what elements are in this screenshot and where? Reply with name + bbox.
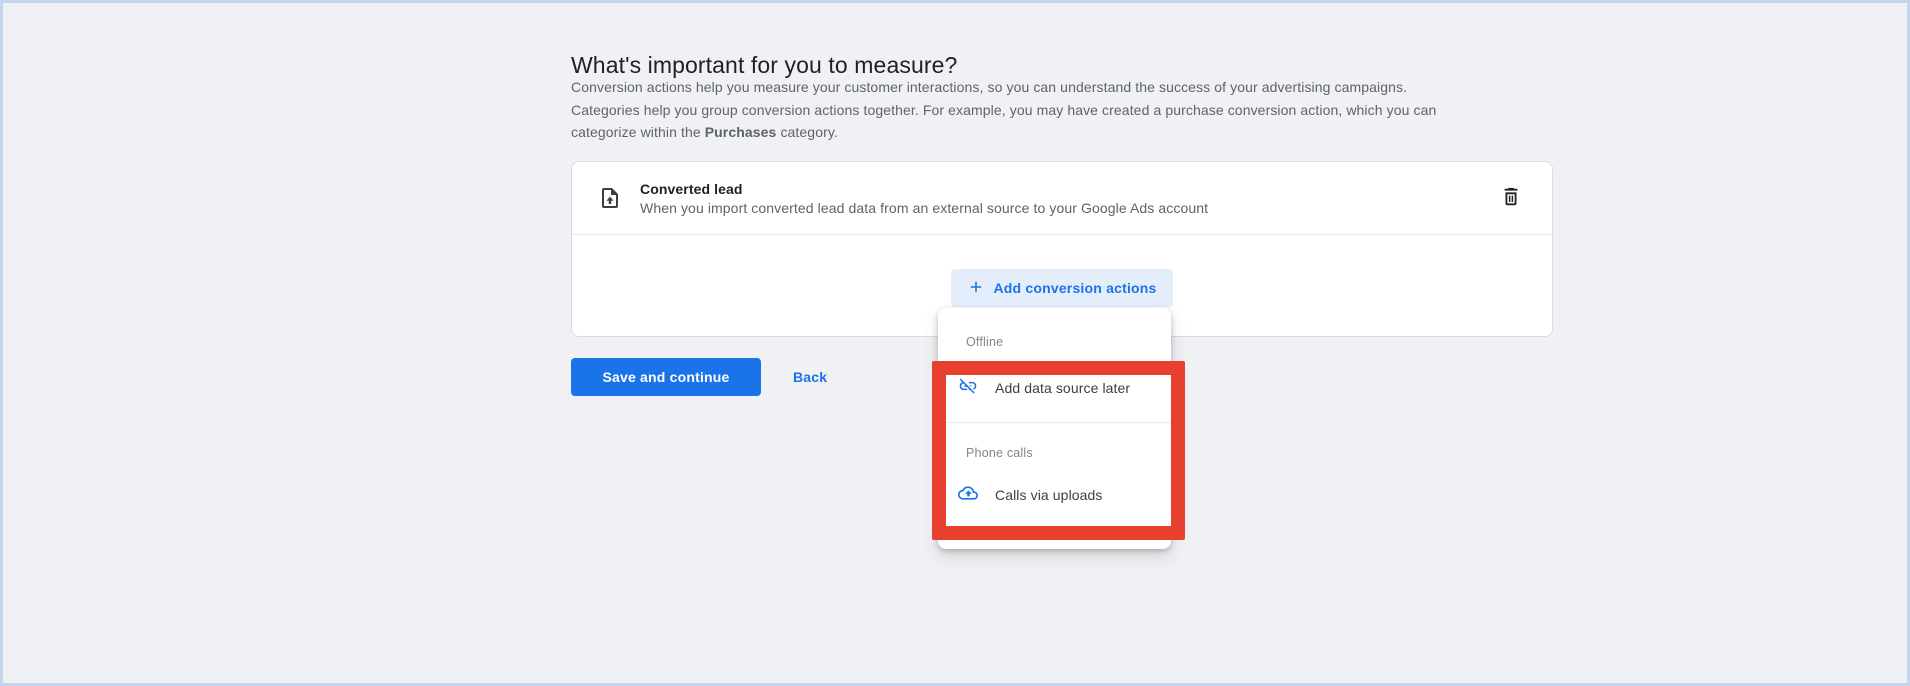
add-conversion-actions-button[interactable]: Add conversion actions	[951, 269, 1173, 307]
page-description-line-3: categorize within the Purchases category…	[571, 121, 1436, 144]
plus-icon	[967, 278, 985, 299]
page-description-line-2: Categories help you group conversion act…	[571, 101, 1437, 118]
delete-conversion-action-button[interactable]	[1496, 182, 1526, 215]
menu-item-add-data-source-later[interactable]: Add data source later	[938, 364, 1171, 412]
conversion-action-title: Converted lead	[640, 180, 743, 197]
page-description-line-3-bold: Purchases	[704, 124, 777, 140]
add-conversion-actions-label: Add conversion actions	[993, 280, 1157, 296]
dropdown-divider	[938, 422, 1171, 423]
dropdown-section-label-phone-calls: Phone calls	[966, 446, 1033, 460]
menu-item-label: Add data source later	[995, 380, 1131, 396]
menu-item-calls-via-uploads[interactable]: Calls via uploads	[938, 471, 1171, 519]
page-description-line-3-suffix: category.	[776, 124, 838, 140]
conversion-measure-page: { "page": { "heading": "What's important…	[0, 0, 1910, 686]
conversion-action-description: When you import converted lead data from…	[640, 199, 1209, 216]
page-description: Conversion actions help you measure your…	[571, 76, 1436, 144]
page-description-line-1: Conversion actions help you measure your…	[571, 79, 1408, 95]
page-description-line-3-prefix: categorize within the	[571, 124, 705, 140]
back-link[interactable]: Back	[793, 358, 827, 396]
link-off-icon	[958, 376, 978, 401]
trash-icon	[1500, 186, 1522, 211]
menu-item-label: Calls via uploads	[995, 487, 1103, 503]
conversion-action-row: Converted lead When you import converted…	[572, 162, 1552, 235]
save-and-continue-button[interactable]: Save and continue	[571, 358, 761, 396]
dropdown-section-label-offline: Offline	[966, 335, 1004, 349]
upload-file-icon	[598, 186, 622, 210]
add-conversion-actions-dropdown: Offline Add data source later Phone call…	[938, 308, 1171, 549]
conversion-action-text: Converted lead When you import converted…	[640, 181, 1208, 216]
cloud-upload-icon	[958, 483, 978, 508]
